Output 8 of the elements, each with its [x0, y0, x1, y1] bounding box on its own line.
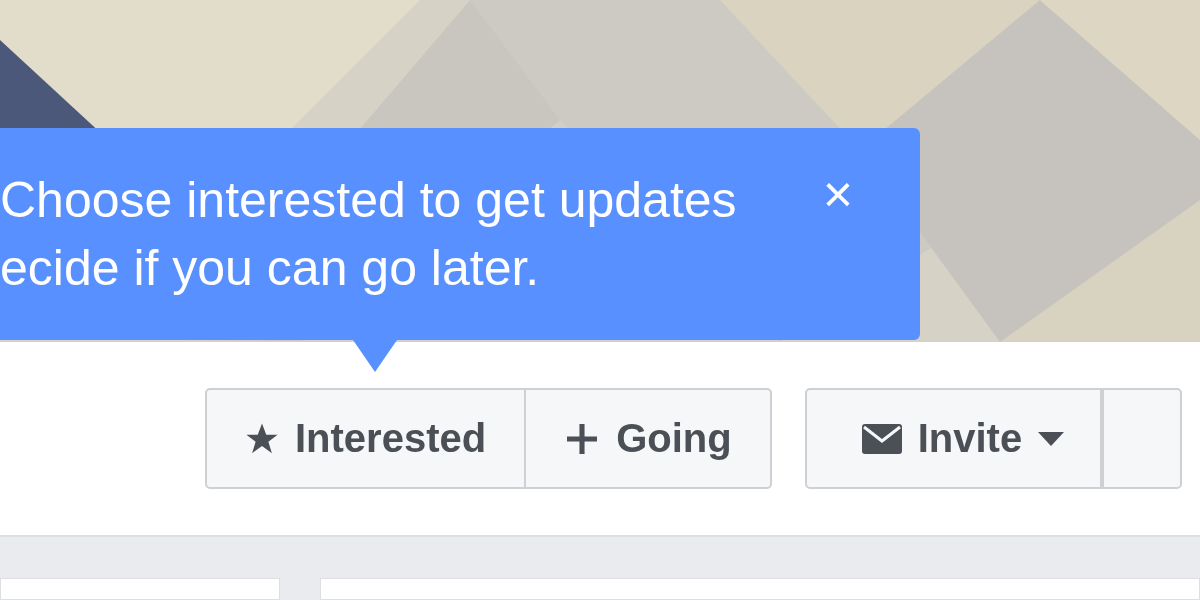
invite-button[interactable]: Invite — [804, 388, 1103, 489]
caret-icon — [1038, 431, 1065, 446]
rsvp-button[interactable]: Going — [526, 388, 772, 489]
rsvp-button[interactable]: Interested — [205, 388, 527, 489]
more-button[interactable] — [1102, 388, 1183, 489]
tooltip-text: ecide if you can go later. — [0, 239, 541, 298]
tooltip-text: Choose interested to get updates — [0, 171, 738, 230]
envelope-icon — [861, 423, 902, 454]
